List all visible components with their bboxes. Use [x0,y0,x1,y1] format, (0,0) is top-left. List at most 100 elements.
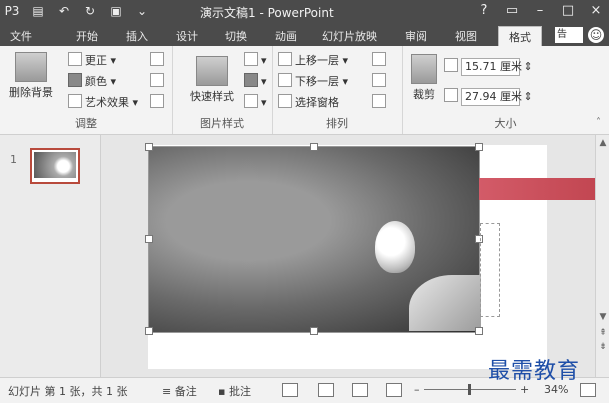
slide-editing-area [101,135,609,377]
color-button[interactable]: 颜色 ▾ [68,73,116,91]
tab-review[interactable]: 审阅 [405,28,427,44]
slide-number: 1 [10,153,17,166]
zoom-out-icon[interactable]: – [414,383,420,396]
start-from-beginning-icon[interactable]: ▣ [108,3,124,19]
group-adjust: 删除背景 更正 ▾ 颜色 ▾ 艺术效果 ▾ 调整 [0,46,173,134]
resize-handle[interactable] [145,235,153,243]
bring-forward-button[interactable]: 上移一层 ▾ [278,52,348,70]
resize-handle[interactable] [145,327,153,335]
normal-view-icon[interactable] [282,383,298,397]
remove-background-button[interactable]: 删除背景 [6,52,56,100]
resize-handle[interactable] [475,143,483,151]
tab-slideshow[interactable]: 幻灯片放映 [322,28,377,44]
reset-picture-button[interactable] [150,94,167,112]
height-input[interactable]: 15.71 厘米 [461,58,522,76]
maximize-button[interactable]: □ [561,2,575,20]
selection-pane-label: 选择窗格 [295,96,339,109]
slideshow-view-icon[interactable] [386,383,402,397]
corrections-label: 更正 ▾ [85,54,117,67]
notes-label: 备注 [174,385,197,398]
quick-styles-button[interactable]: 快速样式 [186,56,238,104]
zoom-slider-thumb[interactable] [468,384,471,395]
collapse-ribbon-icon[interactable]: ˄ [596,117,601,128]
resize-handle[interactable] [310,143,318,151]
content-placeholder[interactable] [480,223,500,317]
bring-forward-label: 上移一层 ▾ [295,54,349,67]
save-icon[interactable]: ▤ [30,3,46,19]
feedback-smile-icon[interactable]: ☺ [588,27,604,43]
previous-slide-icon[interactable]: ⇞ [597,327,609,339]
minimize-button[interactable]: – [533,2,547,20]
tell-me-search-input[interactable]: 告 [555,27,583,43]
tab-format[interactable]: 格式 [498,26,542,47]
group-picture-styles: 快速样式 ▾ ▾ ▾ 图片样式 [172,46,273,134]
slide-count-status: 幻灯片 第 1 张，共 1 张 [8,385,128,398]
change-picture-button[interactable] [150,73,167,91]
picture-border-button[interactable]: ▾ [244,52,267,70]
ribbon-display-options-icon[interactable]: ▭ [505,2,519,20]
slide-sorter-view-icon[interactable] [318,383,334,397]
undo-icon[interactable]: ↶ [56,3,72,19]
app-icon[interactable]: P3 [4,3,20,19]
height-field[interactable]: 15.71 厘米 ⇕ [444,58,533,76]
selection-pane-icon [278,94,292,108]
reset-picture-icon [150,94,164,108]
tab-view[interactable]: 视图 [455,28,477,44]
tab-home[interactable]: 开始 [76,28,98,44]
width-field[interactable]: 27.94 厘米 ⇕ [444,88,533,106]
reading-view-icon[interactable] [352,383,368,397]
scroll-down-icon[interactable]: ▼ [597,311,609,323]
group-arrange: 上移一层 ▾ 下移一层 ▾ 选择窗格 排列 [272,46,403,134]
send-backward-button[interactable]: 下移一层 ▾ [278,73,348,91]
quick-styles-icon [196,56,228,86]
tab-insert[interactable]: 插入 [126,28,148,44]
scroll-up-icon[interactable]: ▲ [597,137,609,149]
group-objects-icon [372,73,386,87]
help-button[interactable]: ? [477,2,491,20]
artistic-effects-button[interactable]: 艺术效果 ▾ [68,94,138,112]
ribbon: 删除背景 更正 ▾ 颜色 ▾ 艺术效果 ▾ 调整 快速样式 ▾ ▾ ▾ 图片样式… [0,46,609,135]
redo-icon[interactable]: ↻ [82,3,98,19]
picture-layout-button[interactable]: ▾ [244,94,267,112]
lotus-picture[interactable] [148,146,481,333]
picture-effects-button[interactable]: ▾ [244,73,267,91]
window-title: 演示文稿1 - PowerPoint [200,6,334,20]
corrections-button[interactable]: 更正 ▾ [68,52,116,70]
comments-label: 批注 [228,385,251,398]
rotate-button[interactable] [372,94,389,112]
crop-label: 裁剪 [413,88,435,101]
fit-slide-icon[interactable] [580,383,596,397]
title-bar: P3 ▤ ↶ ↻ ▣ ⌄ 演示文稿1 - PowerPoint ? ▭ – □ … [0,0,609,24]
selection-pane-button[interactable]: 选择窗格 [278,94,339,112]
customize-qat-icon[interactable]: ⌄ [134,3,150,19]
picture-effects-icon [244,73,258,87]
notes-button[interactable]: ≡ 备注 [162,383,197,399]
color-label: 颜色 ▾ [85,75,117,88]
close-button[interactable]: × [589,2,603,20]
resize-handle[interactable] [310,327,318,335]
align-button[interactable] [372,52,389,70]
thumbnail-picture [34,152,76,178]
next-slide-icon[interactable]: ⇟ [597,341,609,353]
group-picture-styles-label: 图片样式 [200,117,244,130]
resize-handle[interactable] [475,327,483,335]
rotate-icon [372,94,386,108]
tab-animations[interactable]: 动画 [275,28,297,44]
slide-thumbnail[interactable] [30,148,80,184]
group-arrange-label: 排列 [326,117,348,130]
bring-forward-icon [278,52,292,66]
tab-file[interactable]: 文件 [10,28,32,44]
vertical-scrollbar[interactable]: ▲ ▼ ⇞ ⇟ [595,135,609,377]
compress-pictures-button[interactable] [150,52,167,70]
artistic-effects-label: 艺术效果 ▾ [85,96,139,109]
crop-button[interactable]: 裁剪 [406,54,442,102]
change-picture-icon [150,73,164,87]
slide-thumbnails-pane: 1 [0,135,101,377]
tab-design[interactable]: 设计 [176,28,198,44]
ribbon-tabs: 文件 开始 插入 设计 切换 动画 幻灯片放映 审阅 视图 格式 告 ☺ [0,24,609,47]
width-input[interactable]: 27.94 厘米 [461,88,522,106]
resize-handle[interactable] [145,143,153,151]
comments-button[interactable]: ▪ 批注 [218,383,251,399]
group-objects-button[interactable] [372,73,389,91]
tab-transitions[interactable]: 切换 [225,28,247,44]
